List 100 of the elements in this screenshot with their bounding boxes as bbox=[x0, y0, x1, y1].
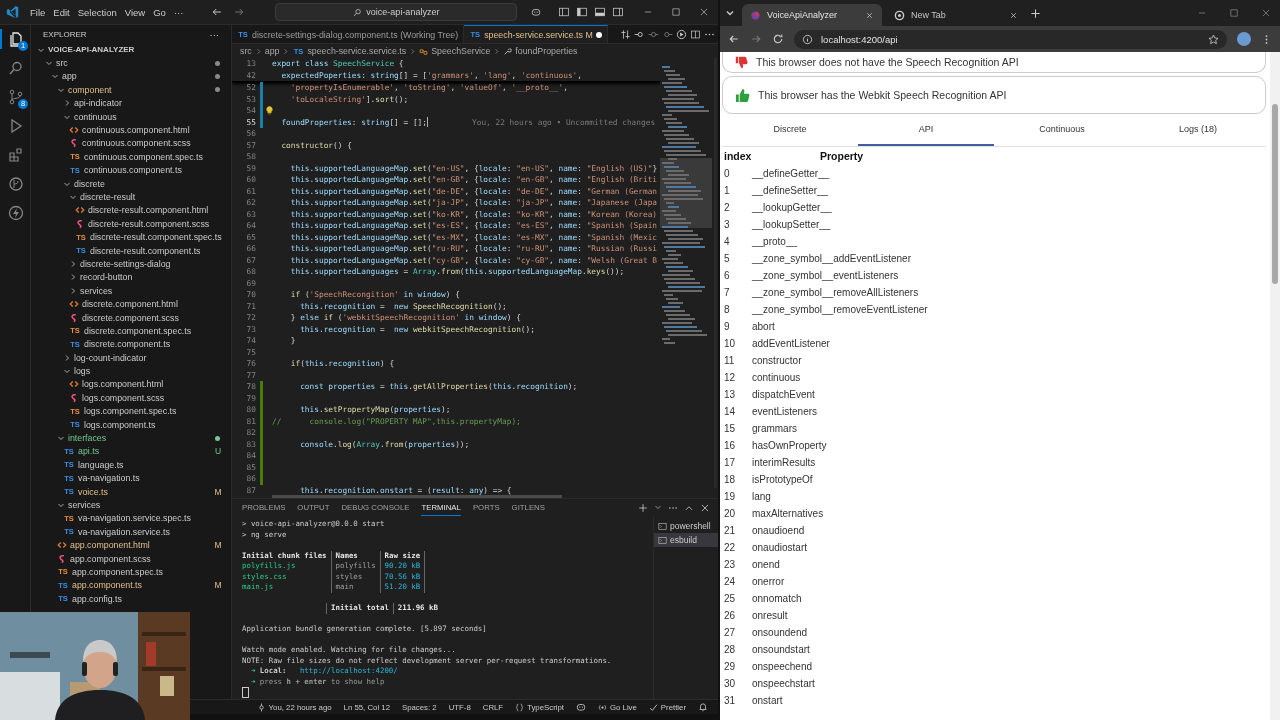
table-cell-text: 31 bbox=[723, 695, 737, 706]
tree-item[interactable]: logs.component.spec.ts bbox=[84, 406, 177, 417]
workspace-root[interactable]: VOICE-API-ANALYZER bbox=[48, 45, 135, 55]
tree-item[interactable]: voice.ts bbox=[78, 486, 108, 497]
tree-item[interactable]: language.ts bbox=[78, 459, 124, 470]
tree-item[interactable]: discrete.component.html bbox=[82, 299, 178, 310]
breadcrumb-item[interactable]: SpeechService bbox=[431, 46, 491, 56]
table-cell: __lookupGetter__ bbox=[752, 202, 832, 213]
menu-item[interactable]: Edit bbox=[49, 4, 74, 20]
tree-item[interactable]: discrete.component.scss bbox=[82, 312, 179, 323]
table-cell-text: 23 bbox=[723, 559, 737, 570]
tree-item[interactable]: app.component.scss bbox=[70, 553, 151, 564]
tree-item[interactable]: discrete-result.component.ts bbox=[90, 245, 201, 256]
breadcrumb-item[interactable]: foundProperties bbox=[515, 46, 578, 56]
tree-item[interactable]: interfaces bbox=[68, 433, 107, 443]
address-bar[interactable]: localhost:4200/api bbox=[794, 29, 1227, 49]
tree-item[interactable]: api-indicator bbox=[74, 98, 122, 109]
table-cell: onnomatch bbox=[752, 593, 802, 604]
terminal-item[interactable]: esbuild bbox=[654, 533, 718, 547]
tree-item[interactable]: record-button bbox=[80, 272, 133, 283]
table-cell-text: 20 bbox=[723, 508, 737, 519]
tree-item[interactable]: discrete-result.component.html bbox=[88, 205, 209, 216]
panel-title: EXPLORER bbox=[43, 29, 87, 39]
table-cell: constructor bbox=[752, 355, 802, 366]
table-cell: __zone_symbol__eventListeners bbox=[752, 270, 899, 281]
page-tab[interactable]: Continuous bbox=[994, 114, 1130, 146]
table-cell-text: 24 bbox=[723, 576, 737, 587]
git-status-letter: M bbox=[213, 486, 223, 497]
table-cell: abort bbox=[752, 321, 775, 332]
table-cell: lang bbox=[752, 491, 771, 502]
tree-item[interactable]: app.component.ts bbox=[72, 580, 142, 591]
tree-item[interactable]: component bbox=[68, 84, 112, 95]
table-cell: onaudioend bbox=[752, 525, 805, 536]
table-cell-text: 30 bbox=[723, 678, 737, 689]
browser-tab[interactable]: VoiceApiAnalyzer bbox=[742, 4, 882, 26]
table-cell-text: 6 bbox=[723, 270, 731, 281]
tree-item[interactable]: app.component.html bbox=[70, 540, 150, 551]
command-center[interactable]: voice-api-analyzer bbox=[275, 3, 518, 21]
table-cell-text: 0 bbox=[723, 168, 731, 179]
tree-item[interactable]: api.ts bbox=[78, 446, 100, 457]
table-cell: onresult bbox=[752, 610, 788, 621]
tree-item[interactable]: continuous.component.spec.ts bbox=[84, 151, 203, 162]
git-status-letter: U bbox=[213, 446, 223, 457]
tree-item[interactable]: logs bbox=[74, 366, 91, 377]
tree-item[interactable]: app.config.ts bbox=[72, 593, 122, 604]
table-cell-text: 8 bbox=[723, 304, 731, 315]
page-tab[interactable]: Discrete bbox=[722, 114, 858, 146]
tree-item[interactable]: discrete-result.component.scss bbox=[88, 218, 210, 229]
tree-item[interactable]: services bbox=[68, 499, 101, 510]
tree-item[interactable]: continuous.component.html bbox=[82, 125, 190, 136]
page-tab[interactable]: Logs (18) bbox=[1130, 114, 1266, 146]
alert-text: This browser has the Webkit Speech Recognition API bbox=[758, 89, 1007, 101]
page-tab[interactable]: API bbox=[858, 114, 994, 146]
tree-item[interactable]: app.component.spec.ts bbox=[72, 566, 163, 577]
table-cell-text: 7 bbox=[723, 287, 731, 298]
more-actions-button[interactable]: ··· bbox=[205, 26, 223, 42]
table-cell-text: 19 bbox=[723, 491, 737, 502]
table-cell: onstart bbox=[752, 695, 783, 706]
menu-item[interactable]: View bbox=[120, 4, 150, 20]
table-cell: continuous bbox=[752, 372, 801, 383]
breadcrumb-item[interactable]: app bbox=[264, 46, 280, 56]
menu-item[interactable]: ··· bbox=[169, 4, 188, 20]
tree-item[interactable]: discrete-result.component.spec.ts bbox=[90, 232, 222, 243]
tree-item[interactable]: services bbox=[80, 285, 113, 296]
breadcrumb-item[interactable]: src bbox=[240, 46, 252, 56]
tree-item[interactable]: logs.component.html bbox=[82, 379, 164, 390]
tree-item[interactable]: continuous.component.ts bbox=[84, 165, 182, 176]
tree-item[interactable]: discrete.component.spec.ts bbox=[84, 325, 192, 336]
table-cell: onaudiostart bbox=[752, 542, 808, 553]
table-cell: __proto__ bbox=[752, 236, 798, 247]
tree-item[interactable]: discrete.component.ts bbox=[84, 339, 171, 350]
tree-item[interactable]: continuous bbox=[74, 111, 117, 122]
menu-item[interactable]: Selection bbox=[73, 4, 121, 20]
breadcrumb-item[interactable]: speech-service.service.ts bbox=[307, 46, 407, 56]
tree-item[interactable]: src bbox=[56, 58, 68, 69]
tree-item[interactable]: va-navigation.service.spec.ts bbox=[78, 513, 191, 524]
terminal-item[interactable]: powershell bbox=[654, 519, 718, 533]
table-cell-text: 18 bbox=[723, 474, 737, 485]
browser-tab[interactable]: New Tab bbox=[886, 4, 1026, 26]
tree-item[interactable]: continuous.component.scss bbox=[82, 138, 191, 149]
table-cell-text: 15 bbox=[723, 423, 737, 434]
tree-item[interactable]: logs.component.ts bbox=[84, 419, 156, 430]
table-cell-text: 5 bbox=[723, 253, 731, 264]
table-cell: __lookupSetter__ bbox=[752, 219, 831, 230]
tree-item[interactable]: log-count-indicator bbox=[74, 352, 147, 363]
table-cell: hasOwnProperty bbox=[752, 440, 827, 451]
table-cell: isPrototypeOf bbox=[752, 474, 813, 485]
tree-item[interactable]: va-navigation.ts bbox=[78, 473, 140, 484]
tree-item[interactable]: logs.component.scss bbox=[82, 392, 165, 403]
menu-item[interactable]: Go bbox=[149, 4, 170, 20]
git-status-letter: M bbox=[213, 580, 223, 591]
table-cell: __defineSetter__ bbox=[752, 185, 829, 196]
tree-item[interactable]: discrete-settings-dialog bbox=[80, 258, 171, 269]
tree-item[interactable]: app bbox=[62, 71, 77, 82]
menu-item[interactable]: File bbox=[26, 4, 50, 20]
tree-item[interactable]: discrete bbox=[74, 178, 105, 189]
table-cell-text: 13 bbox=[723, 389, 737, 400]
tree-item[interactable]: va-navigation.service.ts bbox=[78, 526, 170, 537]
tree-item[interactable]: discrete-result bbox=[80, 192, 136, 202]
table-cell: onend bbox=[752, 559, 780, 570]
